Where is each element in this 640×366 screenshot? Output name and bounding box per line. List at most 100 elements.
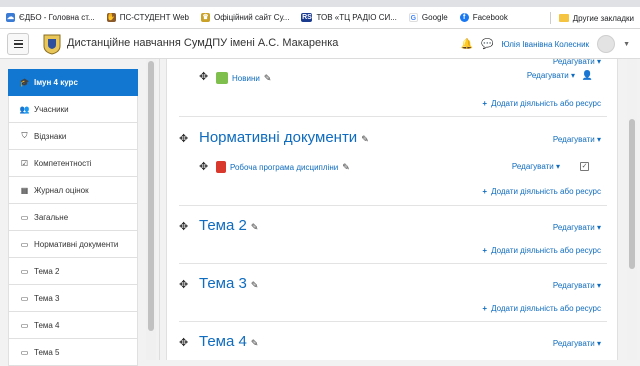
pencil-icon[interactable]: ✎	[251, 280, 259, 290]
move-icon[interactable]: ✥	[179, 278, 188, 291]
nav-drawer: 🎓 Імун 4 курс 👥 Учасники ⛉ Відзнаки ☑ Компет…	[0, 59, 160, 366]
section-edit-menu[interactable]: Редагувати ▾	[553, 339, 601, 348]
page-scrollbar[interactable]	[627, 59, 637, 360]
drawer-item-topic-2[interactable]: ▭ Тема 2	[8, 258, 138, 285]
activity-edit-menu[interactable]: Редагувати ▾	[512, 162, 560, 171]
drawer-item-label: Імун 4 курс	[34, 78, 78, 87]
add-activity-button[interactable]: + Додати діяльність або ресурс	[482, 304, 601, 313]
site-name[interactable]: Дистанційне навчання СумДПУ імені А.С. М…	[67, 37, 338, 49]
bookmark-google[interactable]: G Google	[408, 13, 448, 22]
section-title[interactable]: Нормативні документи ✎	[199, 129, 369, 146]
section-title[interactable]: Тема 2 ✎	[199, 217, 258, 234]
pencil-icon[interactable]: ✎	[342, 162, 350, 173]
chevron-down-icon[interactable]: ▼	[623, 41, 630, 48]
add-activity-button[interactable]: + Додати діяльність або ресурс	[482, 246, 601, 255]
move-icon[interactable]: ✥	[179, 132, 188, 145]
add-label: Додати діяльність або ресурс	[491, 304, 601, 313]
bell-icon[interactable]: 🔔	[461, 39, 473, 50]
avatar[interactable]	[597, 35, 616, 53]
university-crest-icon	[43, 34, 61, 55]
graduation-cap-icon: 🎓	[19, 78, 30, 87]
edit-label: Редагувати	[526, 71, 569, 80]
course-content: Редагувати ▾ ✥ Новини ✎ Редагувати ▾ 👤 +…	[166, 59, 618, 360]
drawer-item-course[interactable]: 🎓 Імун 4 курс	[8, 69, 138, 96]
move-icon[interactable]: ✥	[179, 220, 188, 233]
bookmark-ps-student[interactable]: ✋ ПС-СТУДЕНТ Web	[106, 13, 189, 22]
move-icon[interactable]: ✥	[199, 70, 208, 83]
completion-checkbox[interactable]: ✓	[580, 162, 589, 171]
pencil-icon[interactable]: ✎	[264, 73, 272, 84]
folder-icon: ▭	[20, 347, 29, 357]
divider	[549, 12, 551, 24]
pencil-icon[interactable]: ✎	[361, 134, 369, 144]
hand-icon: ✋	[106, 13, 116, 22]
other-bookmarks[interactable]: Другие закладки	[549, 7, 634, 28]
google-icon: G	[408, 13, 418, 22]
drawer-item-label: Учасники	[34, 104, 69, 114]
edit-label: Редагувати	[552, 135, 595, 144]
bookmark-edbo[interactable]: ☁ ЄДБО - Головна ст...	[6, 13, 95, 22]
folder-icon: ▭	[20, 293, 29, 303]
bookmark-radio[interactable]: RS ТОВ «ТЦ РАДІО СИ...	[301, 13, 397, 22]
section-title-text: Нормативні документи	[199, 129, 358, 146]
bookmark-official-site[interactable]: ♛ Офіційний сайт Су...	[201, 13, 289, 22]
activity-name[interactable]: Новини	[232, 74, 260, 83]
plus-icon: +	[482, 246, 488, 255]
drawer-item-topic-4[interactable]: ▭ Тема 4	[8, 312, 138, 339]
drawer-scrollbar[interactable]	[146, 59, 156, 360]
add-activity-button[interactable]: + Додати діяльність або ресурс	[482, 187, 601, 196]
scroll-thumb[interactable]	[629, 119, 635, 269]
bookmarks-bar: ☁ ЄДБО - Головна ст... ✋ ПС-СТУДЕНТ Web ♛ О…	[0, 7, 640, 29]
pdf-file-icon	[216, 161, 226, 173]
move-icon[interactable]: ✥	[199, 160, 208, 173]
drawer-item-general[interactable]: ▭ Загальне	[8, 204, 138, 231]
plus-icon: +	[482, 187, 488, 196]
drawer-item-normative-docs[interactable]: ▭ Нормативні документи	[8, 231, 138, 258]
drawer-item-topic-5[interactable]: ▭ Тема 5	[8, 339, 138, 366]
cloud-icon: ☁	[6, 13, 15, 22]
section-topic-2: ✥ Тема 2 ✎ Редагувати ▾ + Додати діяльніст…	[179, 206, 607, 264]
section-edit-menu[interactable]: Редагувати ▾	[553, 135, 601, 144]
section-general: Редагувати ▾ ✥ Новини ✎ Редагувати ▾ 👤 +…	[179, 59, 607, 117]
menu-toggle-button[interactable]	[7, 33, 29, 55]
section-title[interactable]: Тема 3 ✎	[199, 275, 258, 292]
drawer-item-label: Компетентності	[34, 158, 92, 168]
section-edit-menu[interactable]: Редагувати ▾	[553, 59, 601, 66]
drawer-item-competencies[interactable]: ☑ Компетентності	[8, 150, 138, 177]
bookmark-label: Офіційний сайт Су...	[214, 13, 290, 22]
section-title-text: Тема 3	[199, 275, 247, 292]
scroll-thumb[interactable]	[148, 61, 154, 331]
drawer-item-gradebook[interactable]: ▦ Журнал оцінок	[8, 177, 138, 204]
chat-icon[interactable]: 💬	[481, 39, 493, 50]
drawer-item-label: Тема 4	[34, 320, 60, 330]
drawer-item-participants[interactable]: 👥 Учасники	[8, 96, 138, 123]
add-label: Додати діяльність або ресурс	[491, 246, 601, 255]
section-topic-4: ✥ Тема 4 ✎ Редагувати ▾	[179, 322, 607, 360]
section-normative-docs: ✥ Нормативні документи ✎ Редагувати ▾ ✥ Р…	[179, 117, 607, 206]
drawer-item-label: Нормативні документи	[34, 239, 119, 249]
edit-label: Редагувати	[552, 339, 595, 348]
drawer-item-badges[interactable]: ⛉ Відзнаки	[8, 123, 138, 150]
other-bookmarks-label: Другие закладки	[572, 13, 634, 23]
section-title[interactable]: Тема 4 ✎	[199, 333, 258, 350]
folder-icon: ▭	[20, 320, 29, 330]
activity-work-program[interactable]: Робоча програма дисципліни ✎	[216, 159, 350, 175]
folder-icon: ▭	[20, 239, 29, 249]
user-name[interactable]: Юлія Іванівна Колесник	[502, 40, 590, 49]
activity-news[interactable]: Новини ✎	[216, 70, 271, 86]
drawer-item-topic-3[interactable]: ▭ Тема 3	[8, 285, 138, 312]
pencil-icon[interactable]: ✎	[251, 338, 259, 348]
activity-edit-menu[interactable]: Редагувати ▾	[527, 71, 575, 80]
activity-name[interactable]: Робоча програма дисципліни	[230, 163, 338, 172]
shield-icon: ⛉	[21, 131, 28, 140]
add-activity-button[interactable]: + Додати діяльність або ресурс	[482, 99, 601, 108]
move-icon[interactable]: ✥	[179, 336, 188, 349]
add-label: Додати діяльність або ресурс	[491, 187, 601, 196]
bookmark-facebook[interactable]: f Facebook	[459, 13, 508, 22]
section-title-text: Тема 2	[199, 217, 247, 234]
drawer-list: 🎓 Імун 4 курс 👥 Учасники ⛉ Відзнаки ☑ Компет…	[8, 69, 138, 366]
pencil-icon[interactable]: ✎	[251, 222, 259, 232]
user-icon[interactable]: 👤	[582, 70, 593, 81]
section-edit-menu[interactable]: Редагувати ▾	[553, 223, 601, 232]
section-edit-menu[interactable]: Редагувати ▾	[553, 281, 601, 290]
